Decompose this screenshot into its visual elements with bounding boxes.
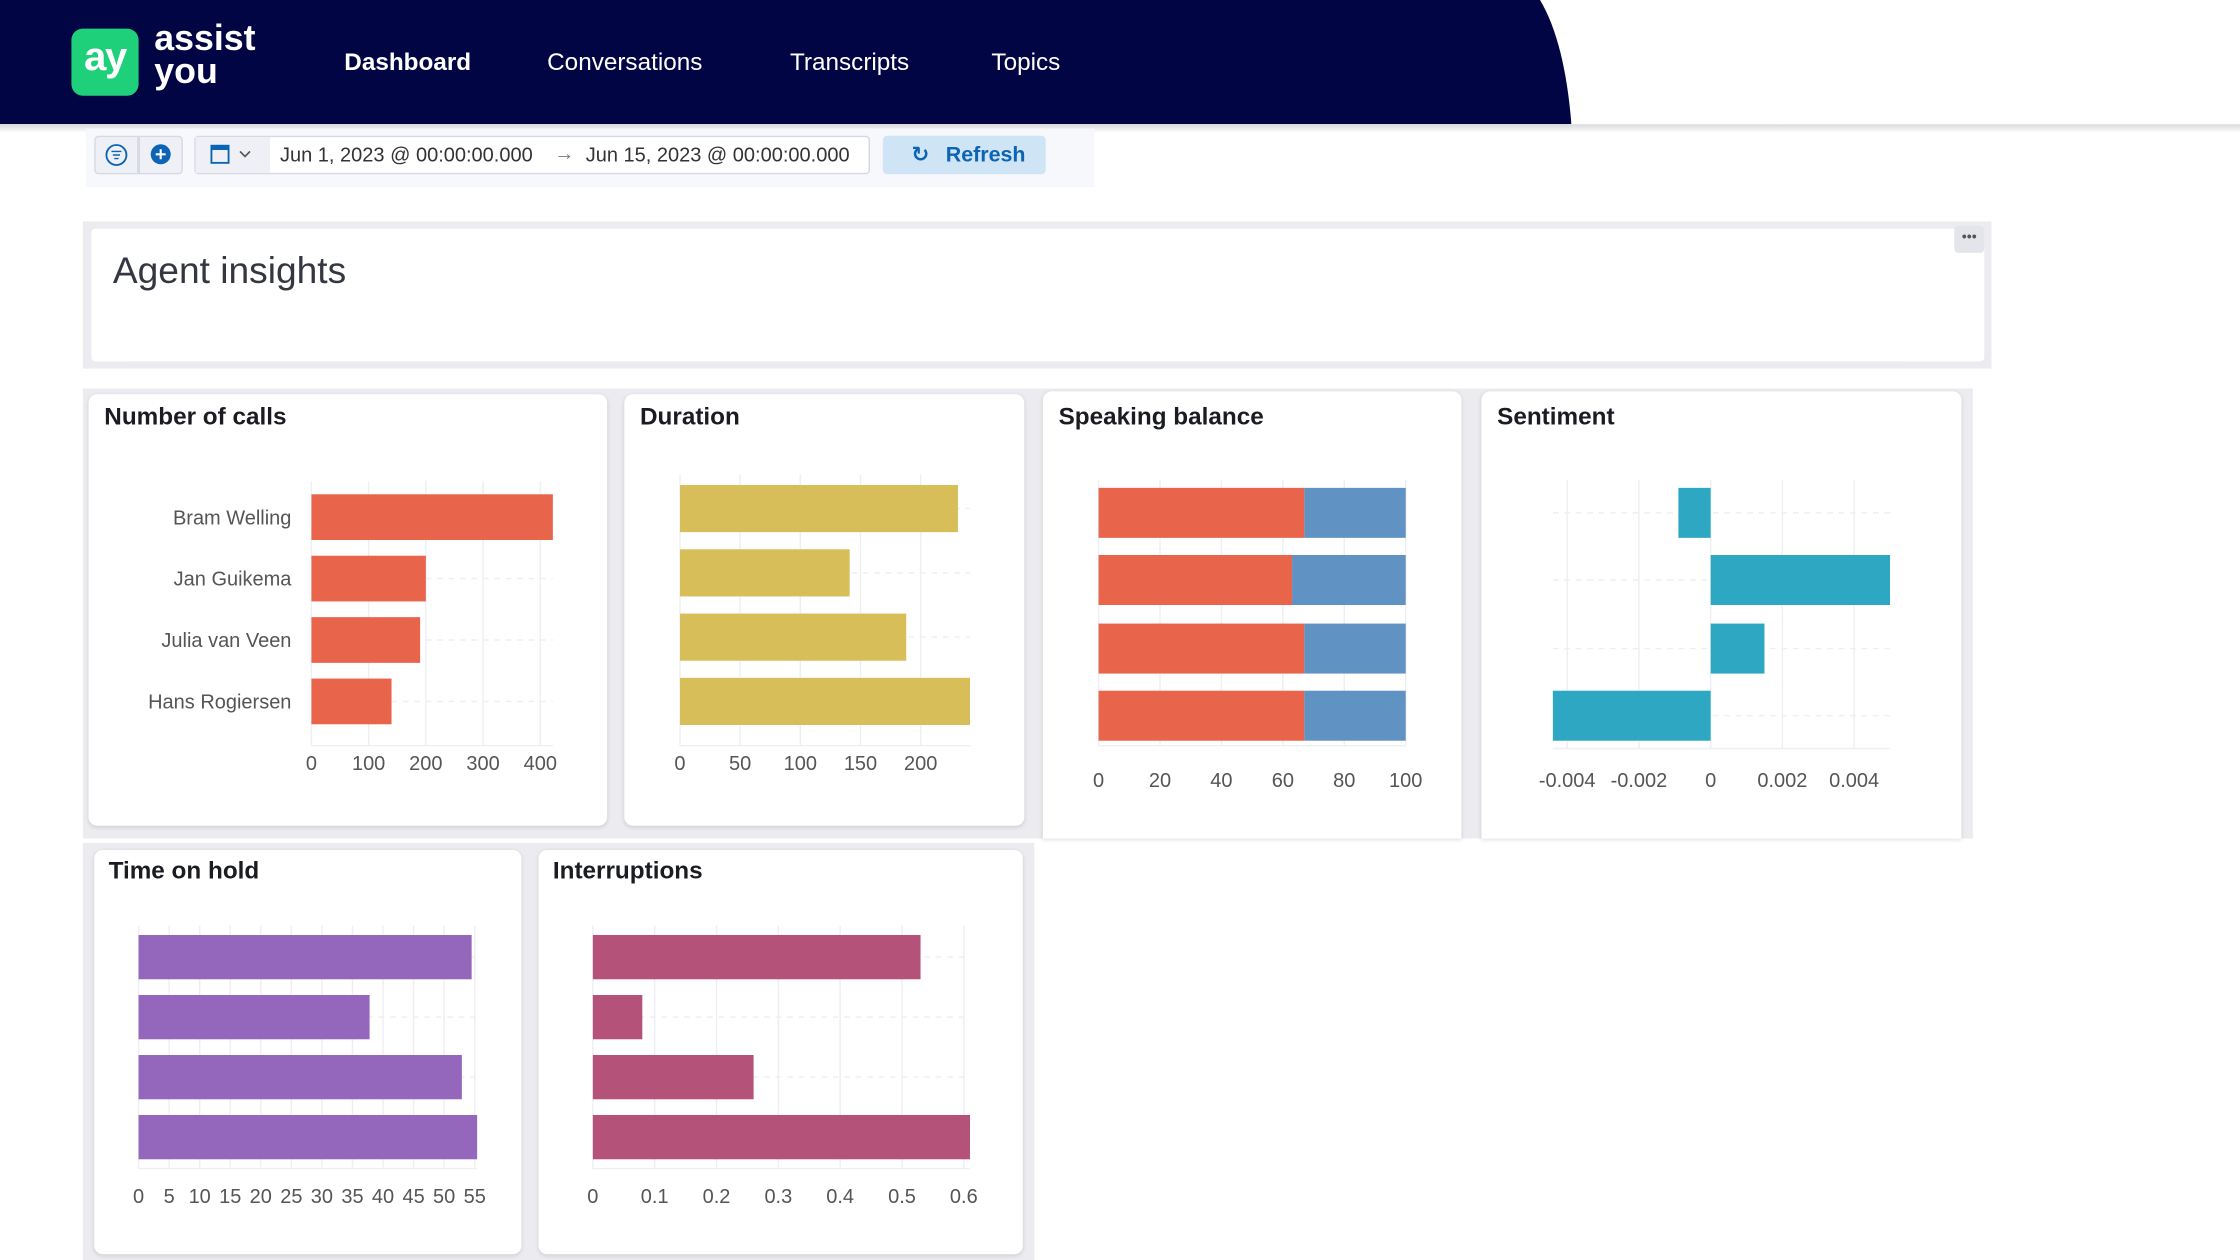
bar: [592, 1114, 970, 1160]
x-tick-label: 30: [311, 1186, 333, 1208]
x-tick-label: 45: [402, 1186, 424, 1208]
bar: [311, 555, 426, 602]
bar: [138, 1114, 478, 1160]
x-tick-label: 200: [904, 753, 937, 775]
y-category-label: Hans Rogiersen: [148, 692, 291, 714]
bar: [592, 994, 643, 1040]
x-tick-label: 40: [372, 1186, 394, 1208]
x-tick-label: 200: [409, 753, 442, 775]
bar: [138, 934, 472, 980]
y-category-label: Jan Guikema: [174, 569, 293, 591]
x-tick-label: 0.002: [1757, 770, 1807, 792]
x-tick-label: 55: [464, 1186, 486, 1208]
x-tick-label: 20: [1149, 770, 1171, 792]
bar: [1292, 554, 1406, 605]
x-tick-label: 400: [524, 753, 557, 775]
x-tick-label: 10: [189, 1186, 211, 1208]
x-tick-label: 300: [466, 753, 499, 775]
bar: [1098, 554, 1293, 605]
x-tick-label: 0: [1705, 770, 1716, 792]
bar: [1098, 623, 1305, 674]
x-tick-label: 60: [1272, 770, 1294, 792]
x-tick-label: 100: [784, 753, 817, 775]
bar: [1552, 690, 1711, 741]
bar: [311, 617, 421, 663]
x-tick-label: 0: [587, 1186, 598, 1208]
x-tick-label: 15: [219, 1186, 241, 1208]
bar: [1304, 690, 1406, 741]
x-tick-label: 0: [674, 753, 685, 775]
bar: [1098, 487, 1305, 538]
x-tick-label: 150: [844, 753, 877, 775]
bar: [1098, 690, 1305, 741]
bar: [1710, 554, 1890, 605]
bar: [679, 613, 907, 661]
x-tick-label: 0: [306, 753, 317, 775]
x-tick-label: 40: [1210, 770, 1232, 792]
bar: [138, 994, 370, 1040]
x-tick-label: 0.4: [826, 1186, 854, 1208]
y-category-label: Julia van Veen: [161, 630, 291, 652]
bar: [679, 549, 850, 597]
x-tick-label: 0.1: [641, 1186, 669, 1208]
x-tick-label: 0.6: [950, 1186, 978, 1208]
x-tick-label: 25: [280, 1186, 302, 1208]
x-tick-label: 100: [352, 753, 385, 775]
bar: [138, 1054, 462, 1100]
x-tick-label: 0.5: [888, 1186, 916, 1208]
bar: [1304, 487, 1406, 538]
y-category-label: Bram Welling: [173, 507, 291, 529]
x-tick-label: 35: [341, 1186, 363, 1208]
x-tick-label: -0.002: [1611, 770, 1668, 792]
x-tick-label: 100: [1389, 770, 1422, 792]
bar: [1304, 623, 1406, 674]
x-tick-label: 5: [164, 1186, 175, 1208]
bar: [679, 677, 970, 725]
x-tick-label: 0.3: [764, 1186, 792, 1208]
charts-layer: 0 100 200 300 400Bram WellingJan GuikemaJuli…: [133, 474, 1890, 1208]
x-tick-label: 20: [250, 1186, 272, 1208]
x-tick-label: 0: [1093, 770, 1104, 792]
x-tick-label: 0.2: [703, 1186, 731, 1208]
x-tick-label: 50: [729, 753, 751, 775]
x-tick-label: 0: [133, 1186, 144, 1208]
bar: [1710, 623, 1765, 674]
x-tick-label: 50: [433, 1186, 455, 1208]
bar: [1678, 487, 1711, 538]
bar: [592, 934, 921, 980]
x-tick-label: 0.004: [1829, 770, 1879, 792]
bar: [592, 1054, 754, 1100]
bar: [311, 494, 553, 540]
x-tick-label: 80: [1333, 770, 1355, 792]
bar: [679, 484, 958, 533]
x-tick-label: -0.004: [1539, 770, 1596, 792]
bar: [311, 678, 392, 725]
